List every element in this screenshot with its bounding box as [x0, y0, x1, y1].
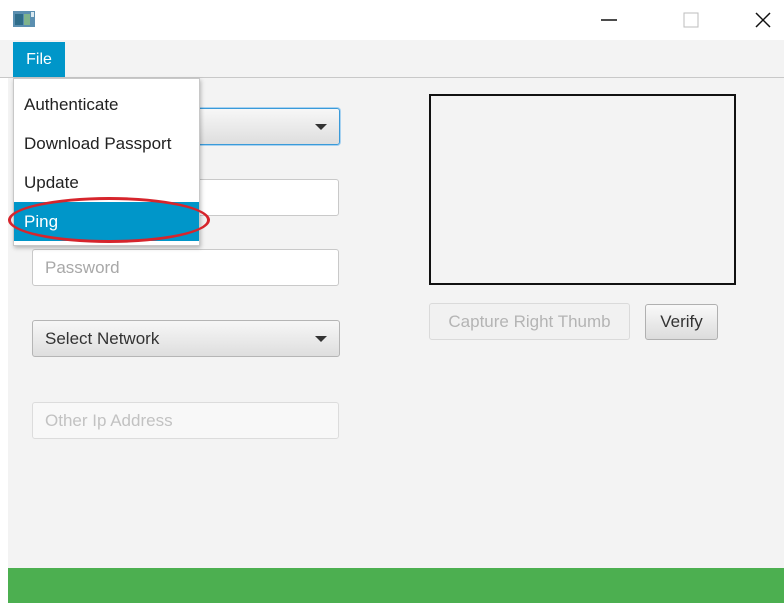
app-icon: [13, 11, 35, 27]
maximize-button[interactable]: [668, 0, 714, 40]
verify-button[interactable]: Verify: [645, 304, 718, 340]
other-ip-placeholder: Other Ip Address: [45, 410, 173, 430]
maximize-icon: [683, 12, 699, 28]
password-placeholder: Password: [45, 257, 120, 277]
file-menu[interactable]: File: [13, 42, 65, 77]
menu-bar: File: [0, 40, 784, 78]
menu-item-download-passport[interactable]: Download Passport: [14, 124, 199, 163]
menu-item-update[interactable]: Update: [14, 163, 199, 202]
status-bar: [8, 568, 784, 603]
minimize-icon: [601, 19, 617, 21]
title-bar: [0, 0, 784, 40]
network-combo-box[interactable]: Select Network: [32, 320, 340, 357]
minimize-button[interactable]: [586, 0, 632, 40]
file-dropdown-menu: Authenticate Download Passport Update Pi…: [13, 78, 200, 246]
other-ip-field[interactable]: Other Ip Address: [32, 402, 339, 439]
capture-right-thumb-button[interactable]: Capture Right Thumb: [429, 303, 630, 340]
network-combo-value: Select Network: [45, 328, 160, 348]
chevron-down-icon: [315, 336, 327, 342]
password-field[interactable]: Password: [32, 249, 339, 286]
close-button[interactable]: [740, 0, 784, 40]
menu-item-ping[interactable]: Ping: [14, 202, 199, 241]
menu-item-authenticate[interactable]: Authenticate: [14, 85, 199, 124]
fingerprint-preview: [429, 94, 736, 285]
close-icon: [755, 12, 771, 28]
chevron-down-icon: [315, 124, 327, 130]
